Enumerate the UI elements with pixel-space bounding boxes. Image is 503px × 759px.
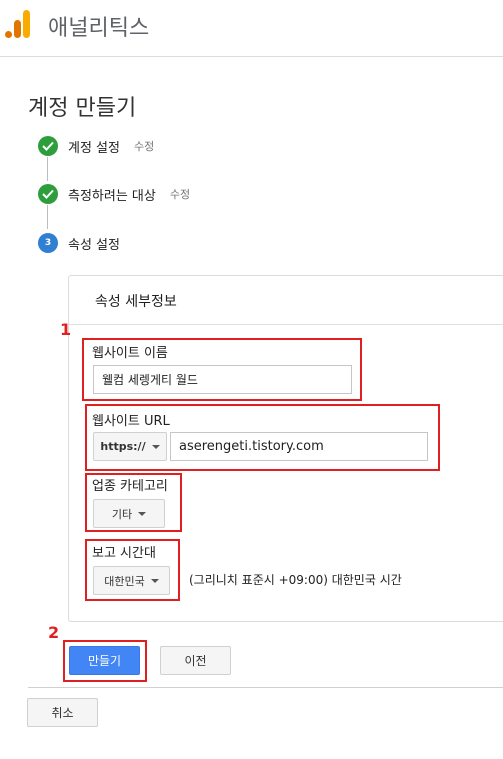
check-icon — [38, 136, 58, 156]
timezone-text: (그리니치 표준시 +09:00) 대한민국 시간 — [189, 573, 402, 587]
step-connector — [47, 205, 48, 229]
step-number-badge: 3 — [38, 233, 58, 253]
edit-link[interactable]: 수정 — [134, 138, 154, 154]
divider — [28, 687, 503, 688]
annotation-badge-2: 2 — [48, 623, 60, 642]
step-label: 속성 설정 — [68, 237, 120, 253]
annotation-box-timezone — [85, 539, 180, 601]
create-button[interactable]: 만들기 — [69, 646, 140, 675]
annotation-box-category — [85, 473, 182, 532]
step-label: 측정하려는 대상 — [68, 188, 156, 204]
step-measure-target: 측정하려는 대상 수정 — [38, 183, 190, 205]
previous-button[interactable]: 이전 — [160, 646, 231, 675]
edit-link[interactable]: 수정 — [170, 186, 190, 202]
step-property-settings: 3 속성 설정 — [38, 232, 120, 254]
step-account-settings: 계정 설정 수정 — [38, 135, 154, 157]
page-title: 계정 만들기 — [28, 96, 137, 121]
check-icon — [38, 184, 58, 204]
step-connector — [47, 157, 48, 181]
app-name: 애널리틱스 — [48, 16, 150, 41]
annotation-box-website-name — [82, 338, 362, 401]
cancel-button[interactable]: 취소 — [27, 698, 98, 727]
divider — [69, 324, 503, 325]
step-label: 계정 설정 — [68, 140, 120, 156]
annotation-badge-1: 1 — [60, 320, 72, 339]
top-bar: 애널리틱스 — [0, 0, 503, 57]
card-title: 속성 세부정보 — [95, 294, 177, 310]
analytics-logo-icon[interactable] — [4, 8, 32, 40]
annotation-box-website-url — [85, 404, 440, 471]
